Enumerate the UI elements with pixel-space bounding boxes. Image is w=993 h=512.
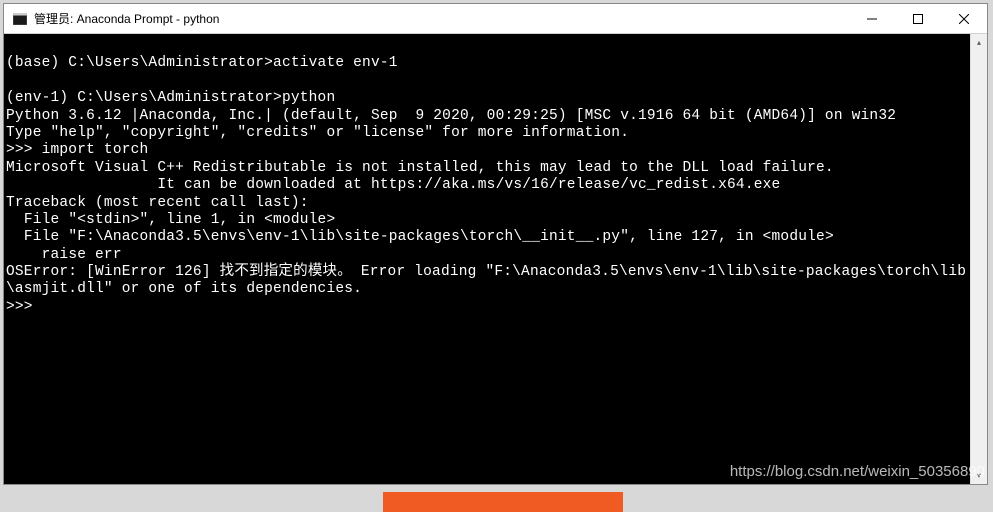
scroll-down-icon[interactable]: ▾ [971,467,987,484]
terminal-window: 管理员: Anaconda Prompt - python (base) C:\… [3,3,988,485]
window-controls [849,4,987,33]
maximize-button[interactable] [895,4,941,33]
terminal-body-wrap: (base) C:\Users\Administrator>activate e… [4,34,987,484]
terminal-output[interactable]: (base) C:\Users\Administrator>activate e… [4,34,970,484]
terminal-icon [12,11,28,27]
scroll-track[interactable] [971,51,987,467]
window-title: 管理员: Anaconda Prompt - python [34,10,849,27]
close-button[interactable] [941,4,987,33]
orange-accent-bar [383,492,623,512]
vertical-scrollbar[interactable]: ▴ ▾ [970,34,987,484]
titlebar[interactable]: 管理员: Anaconda Prompt - python [4,4,987,34]
scroll-up-icon[interactable]: ▴ [971,34,987,51]
minimize-button[interactable] [849,4,895,33]
